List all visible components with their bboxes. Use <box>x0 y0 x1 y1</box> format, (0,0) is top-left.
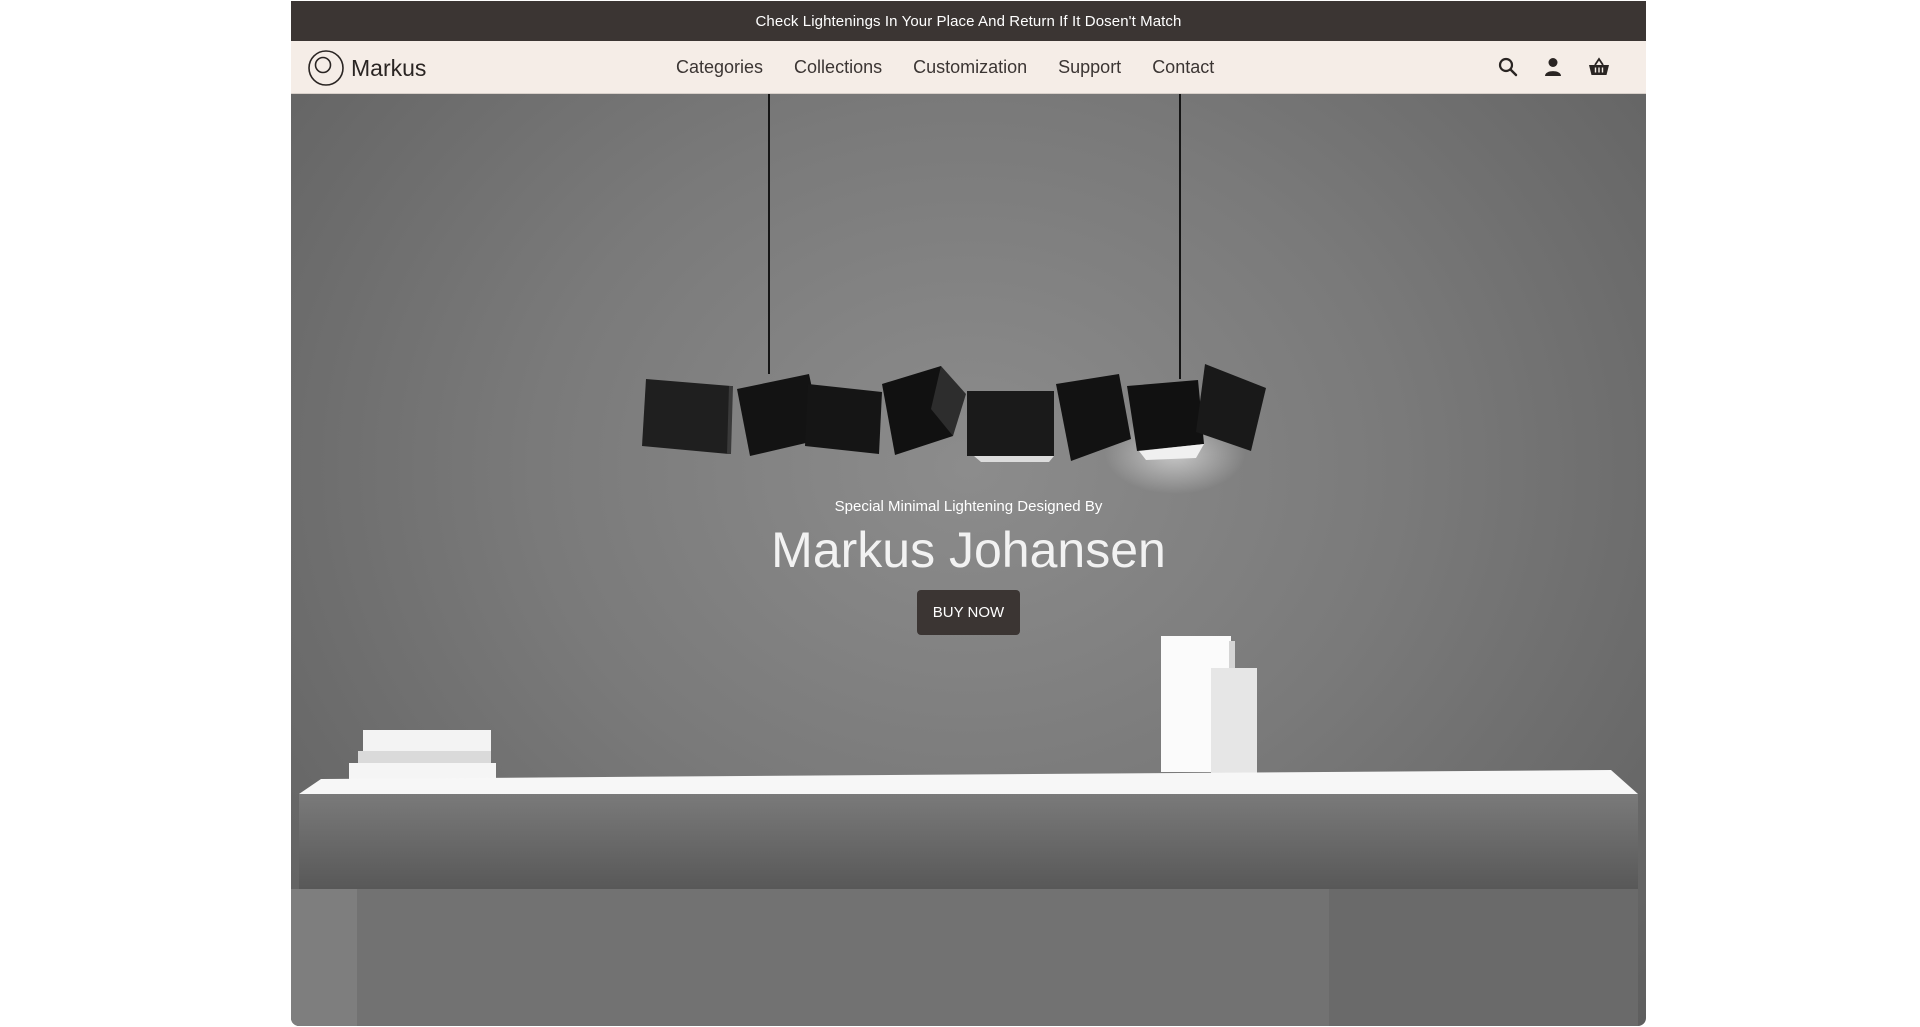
nav-item-categories[interactable]: Categories <box>676 57 763 78</box>
nav-item-support[interactable]: Support <box>1058 57 1121 78</box>
logo-circle-icon <box>308 50 344 86</box>
nav-item-collections[interactable]: Collections <box>794 57 882 78</box>
nav-item-contact[interactable]: Contact <box>1152 57 1214 78</box>
hero-title: Markus Johansen <box>771 522 1166 578</box>
buy-now-button[interactable]: BUY NOW <box>916 590 1021 635</box>
main-navigation: Markus Categories Collections Customizat… <box>291 41 1646 94</box>
brand-name: Markus <box>351 54 427 81</box>
hero-section: Special Minimal Lightening Designed By M… <box>291 94 1646 1026</box>
search-icon[interactable] <box>1498 57 1518 77</box>
brand-logo[interactable]: Markus <box>307 49 426 87</box>
nav-menu: Categories Collections Customization Sup… <box>676 41 1214 93</box>
announcement-text: Check Lightenings In Your Place And Retu… <box>755 12 1182 30</box>
basket-icon[interactable] <box>1588 57 1610 77</box>
hero-subtitle: Special Minimal Lightening Designed By <box>834 498 1103 515</box>
header-icons <box>1498 41 1610 93</box>
hero-text: Special Minimal Lightening Designed By M… <box>291 498 1646 635</box>
announcement-bar: Check Lightenings In Your Place And Retu… <box>291 1 1646 41</box>
nav-item-customization[interactable]: Customization <box>913 57 1027 78</box>
user-icon[interactable] <box>1544 57 1562 77</box>
page-frame: Check Lightenings In Your Place And Retu… <box>291 1 1646 1026</box>
